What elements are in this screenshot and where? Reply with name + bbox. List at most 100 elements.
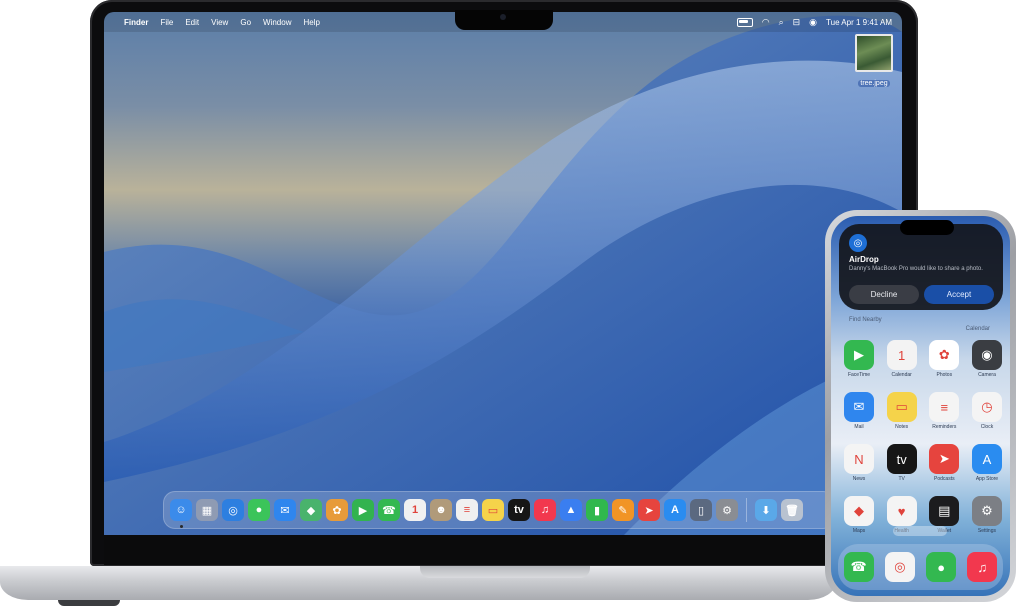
photos-app[interactable]: ✿ Photos <box>929 340 960 378</box>
menu-edit[interactable]: Edit <box>185 18 199 27</box>
app-label: App Store <box>975 476 999 482</box>
app-label: Maps <box>852 528 866 534</box>
facetime-app[interactable]: ▶ FaceTime <box>844 340 874 378</box>
news-app-icon: N <box>844 444 874 474</box>
calendar-app[interactable]: 1 Calendar <box>886 340 917 378</box>
macbook-foot <box>58 600 120 606</box>
rocket-app-icon: ➤ <box>929 444 960 474</box>
photos-app-icon: ✿ <box>929 340 960 370</box>
camera-notch <box>455 10 553 30</box>
decline-button[interactable]: Decline <box>849 285 919 304</box>
app-label: TV <box>898 476 905 482</box>
phone-app[interactable]: ☎ <box>843 552 874 582</box>
trackpad-notch <box>420 566 590 578</box>
health-app-icon: ♥ <box>886 496 917 526</box>
siri-icon[interactable]: ◉ <box>809 17 817 27</box>
app-store-icon[interactable]: A <box>664 499 686 521</box>
messages-app[interactable]: ● <box>926 552 957 582</box>
notes-app[interactable]: ▭ Notes <box>886 392 917 430</box>
contacts-icon[interactable]: ☻ <box>430 499 452 521</box>
app-label: FaceTime <box>847 372 871 378</box>
tv-icon[interactable]: tv <box>508 499 530 521</box>
wifi-icon[interactable]: ◠ <box>762 17 770 27</box>
downloads-folder-icon[interactable]: ⬇ <box>755 499 777 521</box>
menubar-clock[interactable]: Tue Apr 1 9:41 AM <box>826 18 892 27</box>
app-label: Calendar <box>891 372 912 378</box>
dock-separator <box>746 498 747 522</box>
screen-bezel-bottom <box>104 535 902 565</box>
keynote-icon[interactable]: ▲ <box>560 499 582 521</box>
menu-go[interactable]: Go <box>240 18 251 27</box>
image-thumbnail <box>855 34 893 72</box>
control-center-icon[interactable]: ⊟ <box>793 17 801 27</box>
menu-help[interactable]: Help <box>303 18 319 27</box>
app-row: N News tv TV ➤ Podcasts A App Store <box>844 444 1002 482</box>
maps-icon[interactable]: ◆ <box>300 499 322 521</box>
notes-icon[interactable]: ▭ <box>482 499 504 521</box>
app-row: ▶ FaceTime 1 Calendar ✿ Photos ◉ Camera <box>844 340 1002 378</box>
home-screen-app-grid: ▶ FaceTime 1 Calendar ✿ Photos ◉ Camera ✉ Mail ▭ No… <box>844 340 1002 548</box>
reminders-app-icon: ≡ <box>929 392 960 422</box>
widget-left-label[interactable]: Find Nearby <box>849 317 882 323</box>
search-icon[interactable]: ⌕ <box>779 17 784 27</box>
tv-app[interactable]: tv TV <box>886 444 917 482</box>
finder-icon[interactable]: ☺ <box>170 499 192 521</box>
camera-app-icon: ◉ <box>971 340 1002 370</box>
battery-icon[interactable] <box>736 17 753 27</box>
airdrop-icon: ◎ <box>849 234 867 252</box>
reminders-icon[interactable]: ≡ <box>456 499 478 521</box>
launchpad-icon[interactable]: ▦ <box>196 499 218 521</box>
iphone-dock: ☎ ◎ ● ♫ <box>838 544 1003 590</box>
running-app-indicator <box>180 525 183 528</box>
menu-view[interactable]: View <box>211 18 228 27</box>
maps-app[interactable]: ◆ Maps <box>844 496 874 534</box>
rocket-icon[interactable]: ➤ <box>638 499 660 521</box>
home-search-pill[interactable] <box>893 526 947 536</box>
calendar-icon[interactable]: 1 <box>404 499 426 521</box>
settings-app[interactable]: ⚙ Settings <box>971 496 1002 534</box>
messages-icon[interactable]: ● <box>248 499 270 521</box>
app-label: Reminders <box>932 424 957 430</box>
maps-app-icon: ◆ <box>844 496 874 526</box>
safari-app[interactable]: ◎ <box>884 552 915 582</box>
app-store-app-icon: A <box>971 444 1002 474</box>
system-settings-icon[interactable]: ⚙ <box>716 499 738 521</box>
mail-icon[interactable]: ✉ <box>274 499 296 521</box>
notes-app-icon: ▭ <box>886 392 917 422</box>
menu-file[interactable]: File <box>160 18 173 27</box>
facetime-icon[interactable]: ▶ <box>352 499 374 521</box>
mail-app[interactable]: ✉ Mail <box>844 392 874 430</box>
music-icon[interactable]: ♫ <box>534 499 556 521</box>
camera-app[interactable]: ◉ Camera <box>971 340 1002 378</box>
phone-icon[interactable]: ☎ <box>378 499 400 521</box>
news-app[interactable]: N News <box>844 444 874 482</box>
safari-icon[interactable]: ◎ <box>222 499 244 521</box>
trash-icon[interactable]: 🗑 <box>781 499 803 521</box>
clock-app[interactable]: ◷ Clock <box>971 392 1002 430</box>
settings-app-icon: ⚙ <box>971 496 1002 526</box>
desktop-file-label: tree.jpeg <box>858 80 890 87</box>
app-label: Photos <box>936 372 953 378</box>
dock: ☺ ▦ ◎ ● ✉ ◆ ✿ ▶ ☎ 1 ☻ ≡ ▭ tv ♫ ▲ ▮ ✎ ➤ A ▯ ⚙ ⬇ 🗑 <box>163 491 835 529</box>
rocket-app[interactable]: ➤ Podcasts <box>929 444 960 482</box>
accept-button[interactable]: Accept <box>924 285 994 304</box>
facetime-app-icon: ▶ <box>844 340 874 370</box>
reminders-app[interactable]: ≡ Reminders <box>929 392 960 430</box>
pages-icon[interactable]: ✎ <box>612 499 634 521</box>
menu-app-name[interactable]: Finder <box>124 18 148 27</box>
numbers-icon[interactable]: ▮ <box>586 499 608 521</box>
widget-right-label[interactable]: Calendar <box>966 326 990 332</box>
app-label: Notes <box>895 424 909 430</box>
music-app[interactable]: ♫ <box>967 552 998 582</box>
mail-app-icon: ✉ <box>844 392 874 422</box>
iphone-mirroring-icon[interactable]: ▯ <box>690 499 712 521</box>
app-store-app[interactable]: A App Store <box>971 444 1002 482</box>
app-label: Podcasts <box>934 476 955 482</box>
macbook-screen: Finder File Edit View Go Window Help ◠ ⌕… <box>104 12 902 535</box>
desktop-file-tree[interactable]: tree.jpeg <box>852 34 896 90</box>
photos-icon[interactable]: ✿ <box>326 499 348 521</box>
menu-window[interactable]: Window <box>263 18 291 27</box>
app-label: Settings <box>977 528 996 534</box>
tv-app-icon: tv <box>886 444 917 474</box>
desktop-wallpaper <box>104 15 902 535</box>
